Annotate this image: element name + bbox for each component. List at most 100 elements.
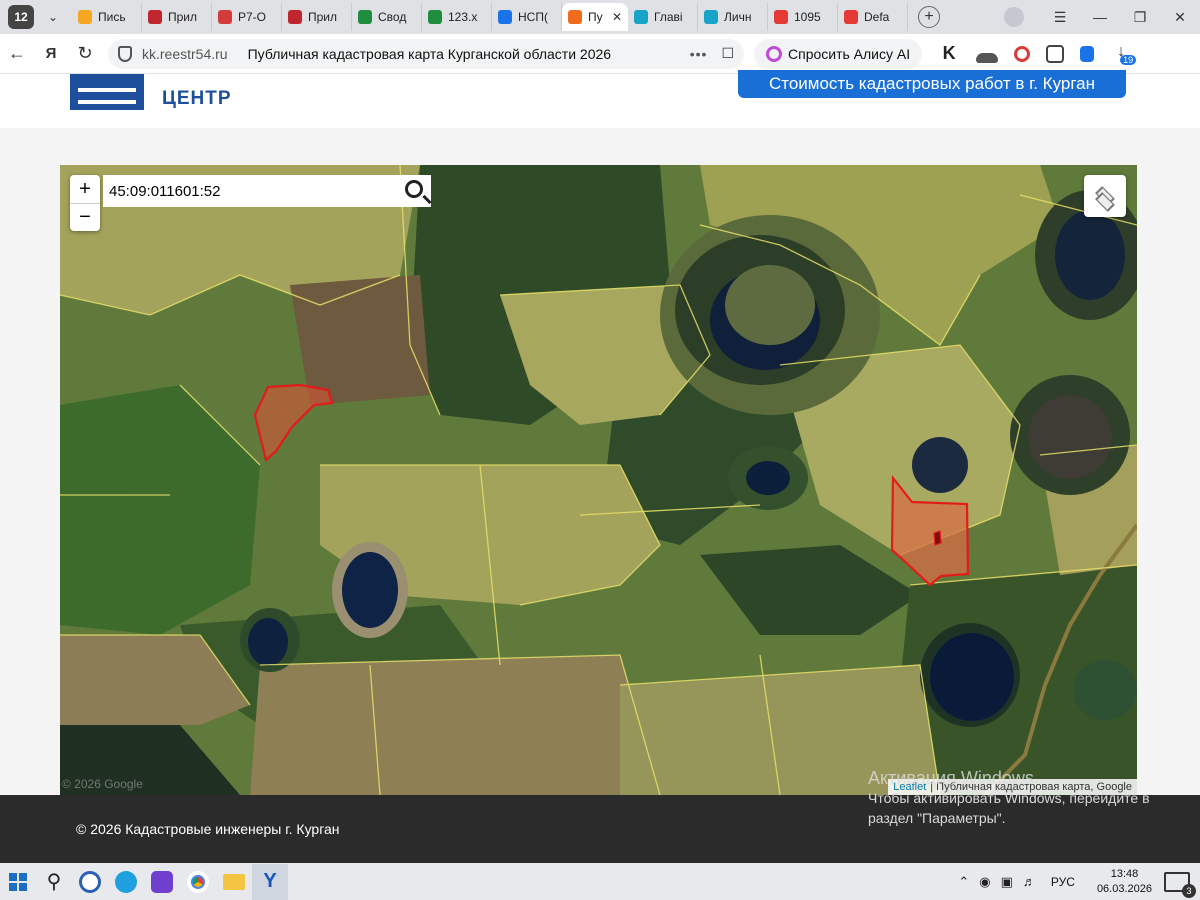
network-icon[interactable]: ▣: [1001, 874, 1013, 890]
site-security-shield-icon[interactable]: [118, 45, 132, 62]
tab-favicon-icon: [288, 10, 302, 24]
tab-favicon-icon: [634, 10, 648, 24]
camera-icon[interactable]: ◉: [979, 874, 990, 890]
new-tab-button[interactable]: +: [918, 6, 940, 28]
tab-favicon-icon: [148, 10, 162, 24]
alice-icon: [766, 45, 782, 62]
browser-tab[interactable]: 1095: [768, 3, 838, 31]
extension-k-icon[interactable]: K: [938, 43, 960, 65]
extension-puzzle-icon[interactable]: [1046, 44, 1065, 63]
tab-label: Defa: [864, 10, 890, 24]
satellite-map-layer[interactable]: [60, 165, 1137, 795]
tab-favicon-icon: [78, 10, 92, 24]
tab-label: Свод: [378, 10, 407, 24]
site-logo-icon[interactable]: [70, 74, 144, 110]
tab-list: Пись Прил Р7-О Прил Свод 123.x НСП(Пу ✕ Главі Лич…: [72, 0, 908, 34]
windows-logo-icon: [9, 872, 27, 891]
url-field[interactable]: kk.reestr54.ru Публичная кадастровая кар…: [108, 38, 744, 69]
taskbar-viber-icon[interactable]: [144, 864, 180, 900]
browser-tab[interactable]: Прил: [142, 3, 212, 31]
show-hidden-icons-icon[interactable]: ⌃: [958, 874, 969, 890]
browser-tab[interactable]: Главі: [628, 3, 698, 31]
system-tray: ⌃ ◉ ▣ ♬ РУС 13:48 06.03.2026 3: [953, 863, 1200, 900]
browser-tab[interactable]: Р7-О: [212, 3, 282, 31]
extension-hat-icon[interactable]: [976, 52, 999, 63]
browser-tab[interactable]: Пу ✕: [562, 3, 628, 31]
search-icon[interactable]: [405, 180, 423, 198]
tab-count-button[interactable]: 12: [8, 5, 34, 29]
downloads-icon[interactable]: ↓ 19: [1110, 43, 1137, 65]
tab-label: Личн: [724, 10, 752, 24]
taskbar-search-icon[interactable]: ⚲: [36, 864, 72, 900]
browser-tab[interactable]: Свод: [352, 3, 422, 31]
browser-tab[interactable]: Личн: [698, 3, 768, 31]
browser-tab[interactable]: НСП(: [492, 3, 562, 31]
menu-icon[interactable]: ☰: [1040, 9, 1080, 26]
activation-line-3: раздел "Параметры".: [868, 810, 1006, 826]
taskbar-edge-icon[interactable]: [108, 864, 144, 900]
cadastral-price-button[interactable]: Стоимость кадастровых работ в г. Курган: [738, 70, 1126, 98]
browser-tab[interactable]: Defa: [838, 3, 908, 31]
extensions-bar: K ↓ 19: [938, 43, 1137, 65]
tab-favicon-icon: [358, 10, 372, 24]
layers-icon: [1094, 185, 1116, 212]
zoom-in-button[interactable]: +: [70, 175, 100, 203]
yandex-home-icon[interactable]: Я: [34, 45, 68, 62]
system-clock[interactable]: 13:48 06.03.2026: [1097, 867, 1152, 897]
tab-label: Пись: [98, 10, 126, 24]
close-window-button[interactable]: ✕: [1160, 9, 1200, 26]
cadastral-search-input[interactable]: 45:09:011601:52: [103, 175, 431, 207]
notification-count: 3: [1182, 883, 1196, 898]
ask-alice-button[interactable]: Спросить Алису AI: [754, 38, 923, 69]
taskbar-explorer-icon[interactable]: [216, 864, 252, 900]
taskbar-yandex-browser-icon[interactable]: Y: [252, 863, 288, 900]
browser-tab[interactable]: 123.x: [422, 3, 492, 31]
volume-icon[interactable]: ♬: [1023, 874, 1036, 889]
more-icon[interactable]: •••: [690, 46, 708, 62]
ask-alice-label: Спросить Алису AI: [788, 45, 911, 62]
taskbar-app-c-icon[interactable]: [72, 864, 108, 900]
tab-favicon-icon: [844, 10, 858, 24]
minimize-button[interactable]: —: [1080, 9, 1120, 25]
tab-label: Главі: [654, 10, 683, 24]
reload-button[interactable]: ↻: [68, 43, 102, 64]
tab-favicon-icon: [218, 10, 232, 24]
extension-check-icon[interactable]: [1080, 45, 1095, 62]
input-language[interactable]: РУС: [1051, 875, 1075, 889]
taskbar-chrome-icon[interactable]: [180, 864, 216, 900]
cadastral-map[interactable]: + − 45:09:011601:52 © 2026 Google Leafle…: [60, 165, 1137, 795]
browser-tab[interactable]: Пись: [72, 3, 142, 31]
tab-label: Прил: [308, 10, 338, 24]
windows-activation-watermark: Активация Windows Чтобы активировать Win…: [868, 768, 1150, 828]
url-domain: kk.reestr54.ru: [142, 45, 228, 62]
layers-button[interactable]: [1084, 175, 1126, 217]
restore-button[interactable]: ❐: [1120, 9, 1160, 26]
zoom-out-button[interactable]: −: [70, 203, 100, 231]
tab-list-chevron-icon[interactable]: ⌄: [40, 5, 66, 29]
downloads-badge: 19: [1120, 54, 1137, 65]
notifications-icon[interactable]: 3: [1164, 871, 1196, 898]
extension-shield-icon[interactable]: [1014, 45, 1031, 62]
site-header: ЦЕНТР Стоимость кадастровых работ в г. К…: [0, 70, 1200, 128]
start-button[interactable]: [0, 864, 36, 900]
tab-favicon-icon: [568, 10, 582, 24]
browser-tab-strip: 12 ⌄ Пись Прил Р7-О Прил Свод 123.x НСП(Пу ✕ Гла…: [0, 0, 1200, 34]
browser-tab[interactable]: Прил: [282, 3, 352, 31]
tab-favicon-icon: [498, 10, 512, 24]
activation-title: Активация Windows: [868, 768, 1034, 788]
window-controls: ☰ — ❐ ✕: [1004, 0, 1200, 34]
clock-date: 06.03.2026: [1096, 882, 1152, 895]
tab-favicon-icon: [428, 10, 442, 24]
site-logo-text[interactable]: ЦЕНТР: [162, 88, 232, 110]
back-button[interactable]: ←: [0, 43, 34, 64]
profile-avatar[interactable]: [1004, 7, 1024, 27]
activation-line-2: Чтобы активировать Windows, перейдите в: [868, 790, 1150, 806]
bookmark-icon[interactable]: ☐: [721, 45, 734, 62]
close-tab-icon[interactable]: ✕: [612, 10, 622, 24]
tab-favicon-icon: [704, 10, 718, 24]
google-watermark: © 2026 Google: [62, 777, 143, 791]
windows-taskbar: ⚲ Y ⌃ ◉ ▣ ♬ РУС 13:48 06.03.2026 3: [0, 863, 1200, 900]
tab-label: Р7-О: [238, 10, 267, 24]
footer-copyright: © 2026 Кадастровые инженеры г. Курган: [76, 821, 340, 837]
zoom-control: + −: [70, 175, 100, 231]
